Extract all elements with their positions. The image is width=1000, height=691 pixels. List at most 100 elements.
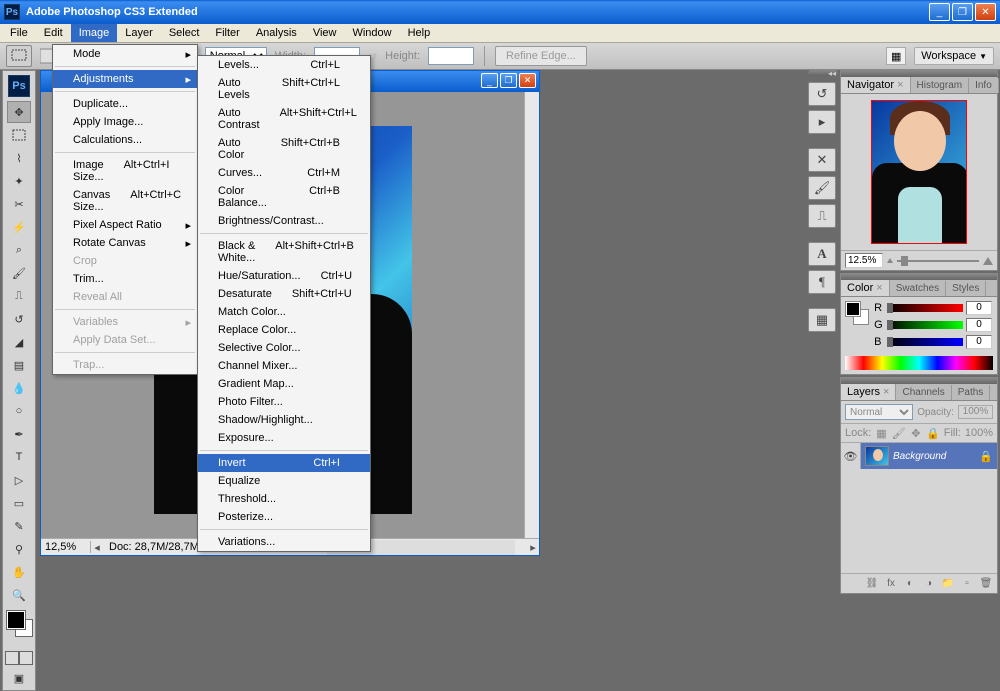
menu-brightness-contrast[interactable]: Brightness/Contrast... <box>198 212 370 230</box>
tab-navigator[interactable]: Navigator× <box>841 77 911 93</box>
menu-exposure[interactable]: Exposure... <box>198 429 370 447</box>
menu-color-balance[interactable]: Color Balance...Ctrl+B <box>198 182 370 212</box>
screen-mode-button[interactable]: ▣ <box>7 667 31 689</box>
menu-photo-filter[interactable]: Photo Filter... <box>198 393 370 411</box>
navigator-thumbnail[interactable] <box>871 100 967 244</box>
menu-curves[interactable]: Curves...Ctrl+M <box>198 164 370 182</box>
tab-histogram[interactable]: Histogram <box>911 78 970 93</box>
status-left-arrow[interactable]: ◂ <box>91 541 103 554</box>
menu-channel-mixer[interactable]: Channel Mixer... <box>198 357 370 375</box>
menu-calculations[interactable]: Calculations... <box>53 131 197 149</box>
eraser-tool[interactable]: ◢ <box>7 331 31 353</box>
dodge-tool[interactable]: ○ <box>7 400 31 422</box>
refine-edge-button[interactable]: Refine Edge... <box>495 46 587 66</box>
minimize-button[interactable]: _ <box>929 3 950 21</box>
zoom-value[interactable]: 12,5% <box>41 541 91 553</box>
layer-row[interactable]: 👁 Background 🔒 <box>841 443 997 469</box>
scroll-right-arrow[interactable]: ▸ <box>527 541 539 554</box>
r-value[interactable]: 0 <box>966 301 992 315</box>
type-tool[interactable]: T <box>7 446 31 468</box>
dock-clone-icon[interactable]: ⎍ <box>808 204 836 228</box>
tab-paths[interactable]: Paths <box>952 385 991 400</box>
lasso-tool[interactable]: ⌇ <box>7 147 31 169</box>
lock-position-icon[interactable]: ✥ <box>910 426 922 440</box>
blur-tool[interactable]: 💧 <box>7 377 31 399</box>
zoom-out-icon[interactable] <box>887 258 893 263</box>
tab-info[interactable]: Info <box>969 78 999 93</box>
slice-tool[interactable]: ⚡ <box>7 216 31 238</box>
dock-brushes-icon[interactable]: 🖌 <box>808 176 836 200</box>
lock-transparency-icon[interactable]: ▦ <box>875 426 887 440</box>
menu-canvas-size[interactable]: Canvas Size...Alt+Ctrl+C <box>53 186 197 216</box>
close-button[interactable]: ✕ <box>975 3 996 21</box>
quickmask-mode-button[interactable] <box>19 651 33 665</box>
menu-view[interactable]: View <box>305 24 345 42</box>
color-ramp[interactable] <box>845 356 993 370</box>
brush-tool[interactable]: 🖌 <box>7 262 31 284</box>
menu-auto-color[interactable]: Auto ColorShift+Ctrl+B <box>198 134 370 164</box>
menu-apply-image[interactable]: Apply Image... <box>53 113 197 131</box>
dock-character-icon[interactable]: A <box>808 242 836 266</box>
crop-tool[interactable]: ✂ <box>7 193 31 215</box>
marquee-tool[interactable] <box>7 124 31 146</box>
menu-window[interactable]: Window <box>344 24 399 42</box>
healing-tool[interactable]: ⌕ <box>7 239 31 261</box>
menu-mode[interactable]: Mode▸ <box>53 45 197 63</box>
menu-filter[interactable]: Filter <box>207 24 247 42</box>
menu-posterize[interactable]: Posterize... <box>198 508 370 526</box>
doc-minimize-button[interactable]: _ <box>481 73 498 88</box>
dock-actions-icon[interactable]: ▸ <box>808 110 836 134</box>
bridge-icon[interactable]: ▦ <box>886 47 906 65</box>
doc-maximize-button[interactable]: ❐ <box>500 73 517 88</box>
current-tool-icon[interactable] <box>6 45 32 67</box>
dock-paragraph-icon[interactable]: ¶ <box>808 270 836 294</box>
vertical-scrollbar[interactable] <box>524 92 539 538</box>
menu-edit[interactable]: Edit <box>36 24 71 42</box>
menu-shadow-highlight[interactable]: Shadow/Highlight... <box>198 411 370 429</box>
menu-match-color[interactable]: Match Color... <box>198 303 370 321</box>
b-value[interactable]: 0 <box>966 335 992 349</box>
shape-tool[interactable]: ▭ <box>7 492 31 514</box>
menu-adjustments[interactable]: Adjustments▸ <box>53 70 197 88</box>
menu-auto-levels[interactable]: Auto LevelsShift+Ctrl+L <box>198 74 370 104</box>
menu-threshold[interactable]: Threshold... <box>198 490 370 508</box>
menu-levels[interactable]: Levels...Ctrl+L <box>198 56 370 74</box>
blend-mode-select[interactable]: Normal <box>845 404 913 420</box>
opacity-value[interactable]: 100% <box>958 405 993 419</box>
menu-pixel-aspect[interactable]: Pixel Aspect Ratio▸ <box>53 216 197 234</box>
trash-icon[interactable]: 🗑 <box>978 577 994 591</box>
menu-layer[interactable]: Layer <box>117 24 161 42</box>
zoom-tool[interactable]: 🔍 <box>7 584 31 606</box>
path-tool[interactable]: ▷ <box>7 469 31 491</box>
menu-analysis[interactable]: Analysis <box>248 24 305 42</box>
height-input[interactable] <box>428 47 474 65</box>
menu-black-white[interactable]: Black & White...Alt+Shift+Ctrl+B <box>198 237 370 267</box>
maximize-button[interactable]: ❐ <box>952 3 973 21</box>
tab-styles[interactable]: Styles <box>946 281 986 296</box>
standard-mode-button[interactable] <box>5 651 19 665</box>
move-tool[interactable]: ✥ <box>7 101 31 123</box>
folder-icon[interactable]: 📁 <box>940 577 956 591</box>
menu-variations[interactable]: Variations... <box>198 533 370 551</box>
menu-file[interactable]: File <box>2 24 36 42</box>
new-layer-icon[interactable]: ▫ <box>959 577 975 591</box>
adjustment-layer-icon[interactable]: ◑ <box>921 577 937 591</box>
g-value[interactable]: 0 <box>966 318 992 332</box>
workspace-dropdown[interactable]: Workspace▼ <box>914 47 994 65</box>
menu-select[interactable]: Select <box>161 24 208 42</box>
b-slider[interactable] <box>887 338 963 346</box>
hand-tool[interactable]: ✋ <box>7 561 31 583</box>
fg-color-swatch[interactable] <box>7 611 25 629</box>
history-brush-tool[interactable]: ↺ <box>7 308 31 330</box>
lock-image-icon[interactable]: 🖌 <box>892 426 906 440</box>
layer-name[interactable]: Background <box>893 451 979 462</box>
menu-hue-saturation[interactable]: Hue/Saturation...Ctrl+U <box>198 267 370 285</box>
nav-zoom-value[interactable]: 12.5% <box>845 253 883 268</box>
lock-all-icon[interactable]: 🔒 <box>926 426 940 440</box>
menu-desaturate[interactable]: DesaturateShift+Ctrl+U <box>198 285 370 303</box>
eyedropper-tool[interactable]: ⚲ <box>7 538 31 560</box>
layer-mask-icon[interactable]: ◐ <box>902 577 918 591</box>
ps-icon[interactable]: Ps <box>8 75 30 97</box>
color-panel-swatches[interactable] <box>845 301 871 327</box>
menu-rotate-canvas[interactable]: Rotate Canvas▸ <box>53 234 197 252</box>
